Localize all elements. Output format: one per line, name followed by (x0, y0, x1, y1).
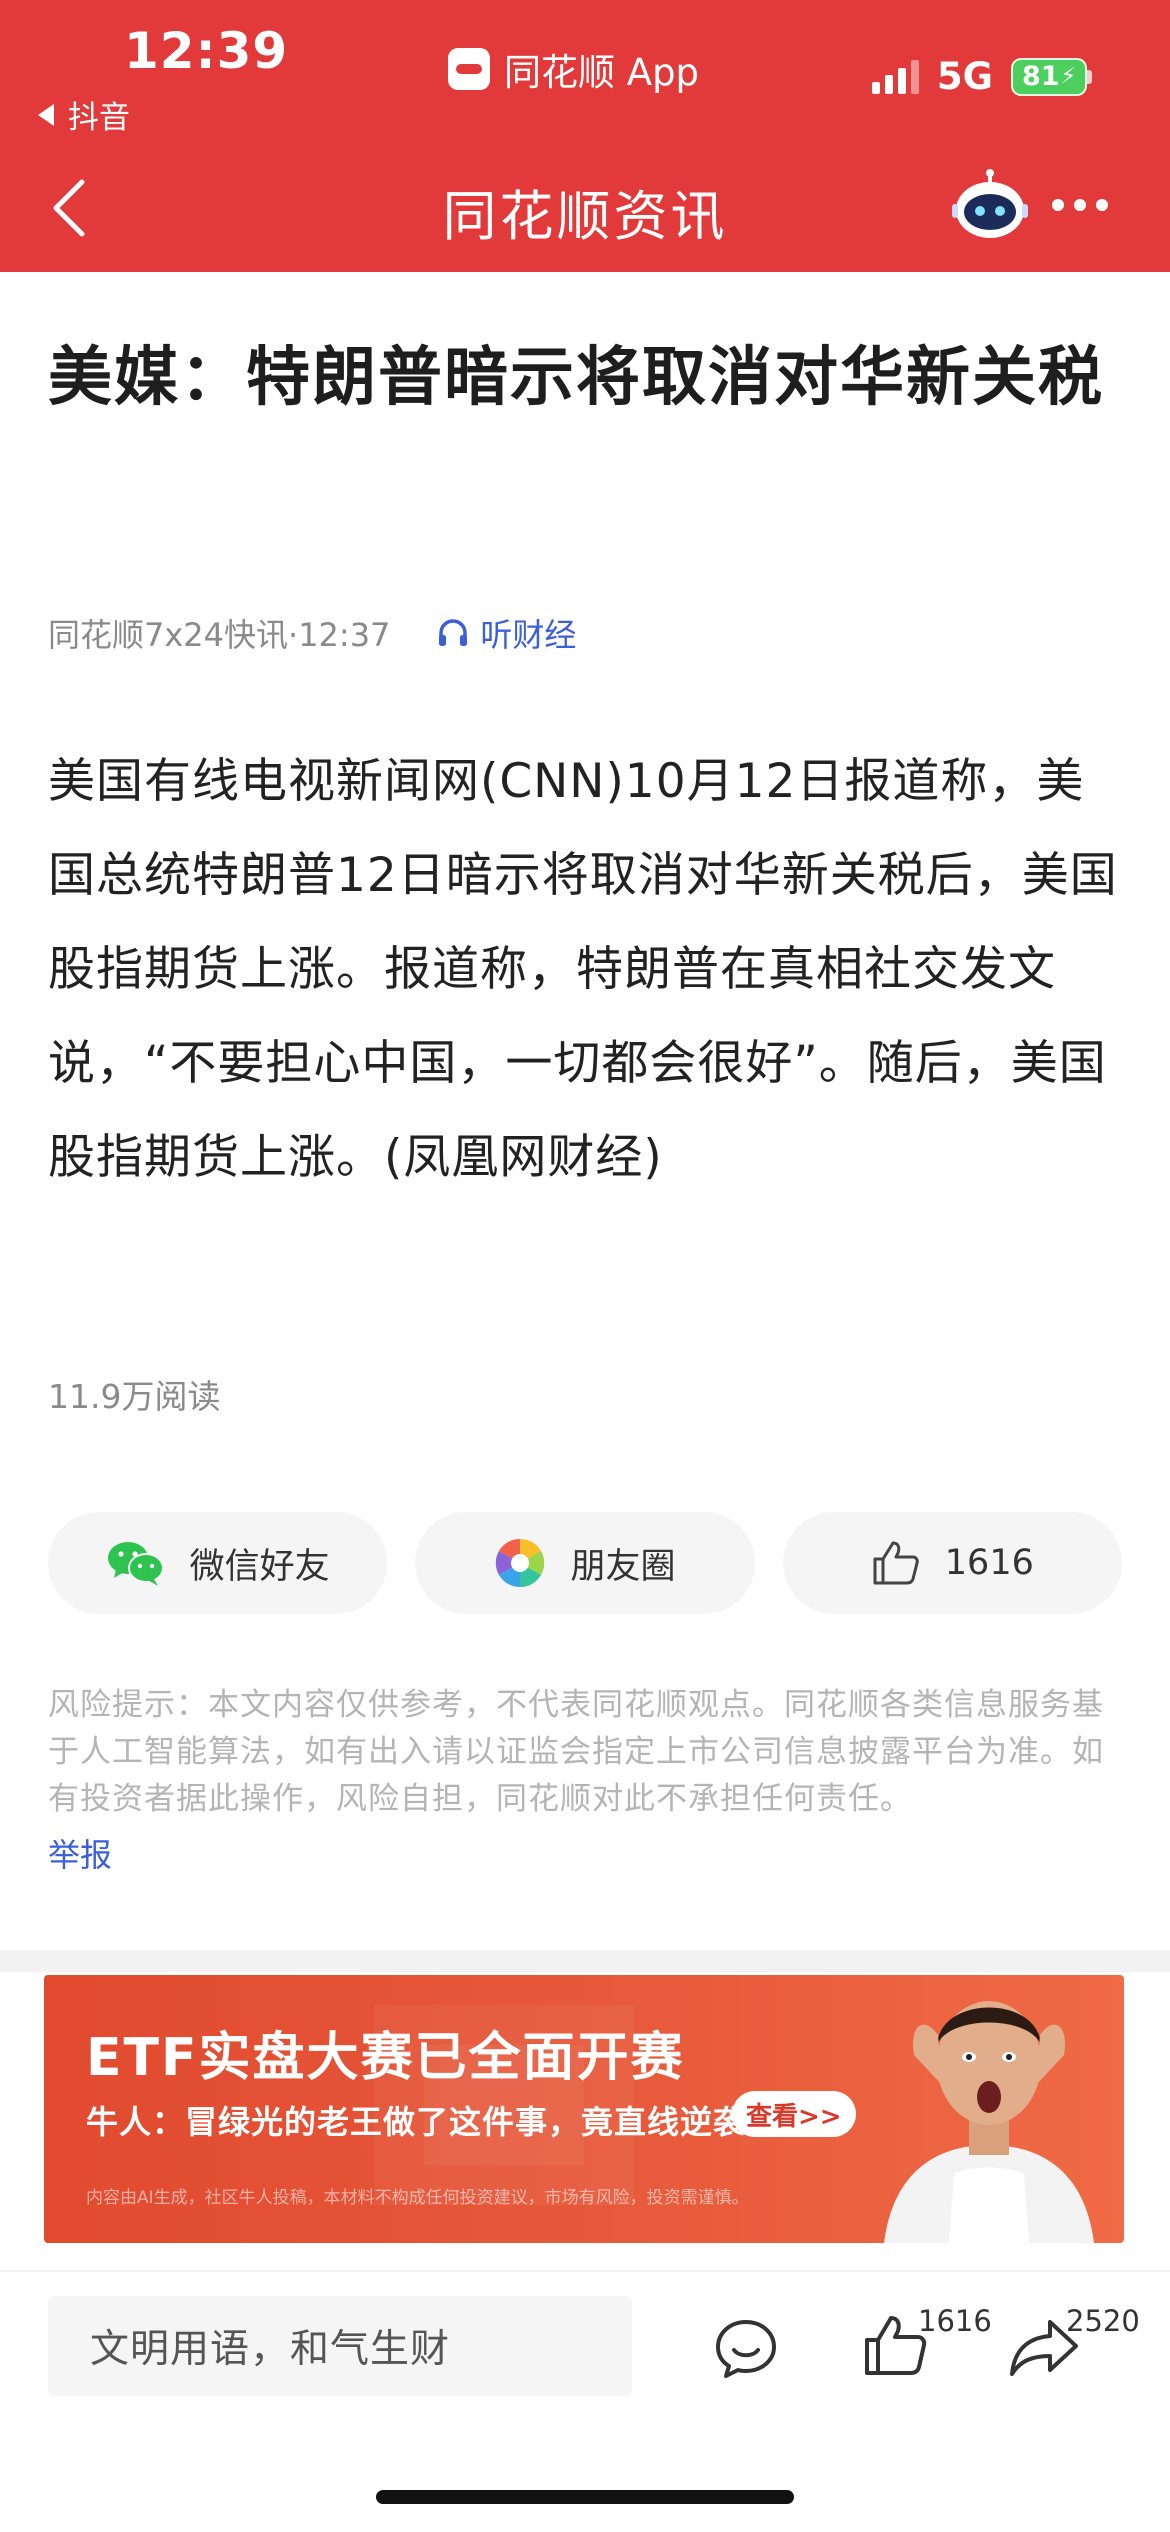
share-moments-label: 朋友圈 (570, 1546, 676, 1587)
ad-cta-button[interactable]: 查看>> (732, 2091, 856, 2137)
ad-banner[interactable]: ETF实盘大赛已全面开赛 牛人：冒绿光的老王做了这件事，竟直线逆袭 查看>> 内… (44, 1975, 1124, 2243)
back-to-app-link[interactable]: 抖音 (38, 92, 130, 137)
ad-subtitle: 牛人：冒绿光的老王做了这件事，竟直线逆袭 (86, 2103, 747, 2141)
like-count: 1616 (944, 1543, 1034, 1583)
share-wechat-button[interactable]: 微信好友 (48, 1512, 388, 1614)
share-count: 2520 (1066, 2304, 1140, 2338)
read-count: 11.9万阅读 (48, 1377, 221, 1416)
wechat-icon (107, 1542, 164, 1586)
battery-level: 81 (1021, 61, 1060, 92)
section-divider (0, 1950, 1170, 1972)
signal-icon (871, 59, 919, 94)
like-button[interactable]: 1616 (782, 1512, 1122, 1614)
listen-button[interactable]: 听财经 (436, 610, 576, 656)
thumbs-up-icon (873, 1541, 919, 1585)
share-moments-button[interactable]: 朋友圈 (415, 1512, 755, 1614)
headphones-icon (439, 619, 468, 646)
risk-disclaimer: 风险提示：本文内容仅供参考，不代表同花顺观点。同花顺各类信息服务基于人工智能算法… (48, 1687, 1104, 1817)
moments-camera-icon (496, 1538, 545, 1588)
article-headline: 美媒：特朗普暗示将取消对华新关税 (48, 341, 1104, 415)
app-logo-icon (448, 48, 490, 90)
active-app-indicator[interactable]: 同花顺 App (448, 42, 699, 96)
network-type: 5G (936, 55, 993, 98)
bottom-like-count: 1616 (918, 2304, 992, 2338)
ad-title: ETF实盘大赛已全面开赛 (86, 2028, 685, 2088)
status-time: 12:39 (124, 22, 289, 80)
share-wechat-label: 微信好友 (189, 1546, 330, 1587)
chevron-left-icon[interactable] (48, 178, 92, 238)
back-app-label: 抖音 (68, 100, 130, 136)
ad-fineprint: 内容由AI生成，社区牛人投稿，本材料不构成任何投资建议，市场有风险，投资需谨慎。 (86, 2188, 749, 2208)
listen-label: 听财经 (480, 616, 577, 654)
back-triangle-icon (38, 103, 54, 126)
article-body: 美国有线电视新闻网(CNN)10月12日报道称，美国总统特朗普12日暗示将取消对… (48, 754, 1118, 1185)
comment-icon[interactable] (714, 2318, 778, 2380)
app-header: 12:39 抖音 同花顺 App 5G 81 ⚡ 同花顺资讯 (0, 0, 1170, 272)
report-link[interactable]: 举报 (48, 1830, 112, 1876)
comment-input[interactable]: 文明用语，和气生财 (48, 2296, 632, 2396)
share-row: 微信好友 朋友圈 1616 (48, 1512, 1122, 1614)
robot-icon[interactable] (950, 168, 1030, 242)
bottom-bar-divider (0, 2270, 1170, 2272)
home-indicator (376, 2490, 794, 2504)
battery-icon: 81 ⚡ (1011, 57, 1092, 96)
article-meta: 同花顺7x24快讯·12:37 听财经 (48, 610, 576, 656)
more-dots-icon[interactable] (1052, 192, 1114, 218)
system-status: 5G 81 ⚡ (871, 55, 1092, 98)
active-app-label: 同花顺 App (504, 51, 700, 94)
surprised-man-illustration (884, 2001, 1094, 2243)
article-source-time: 同花顺7x24快讯·12:37 (48, 616, 391, 654)
